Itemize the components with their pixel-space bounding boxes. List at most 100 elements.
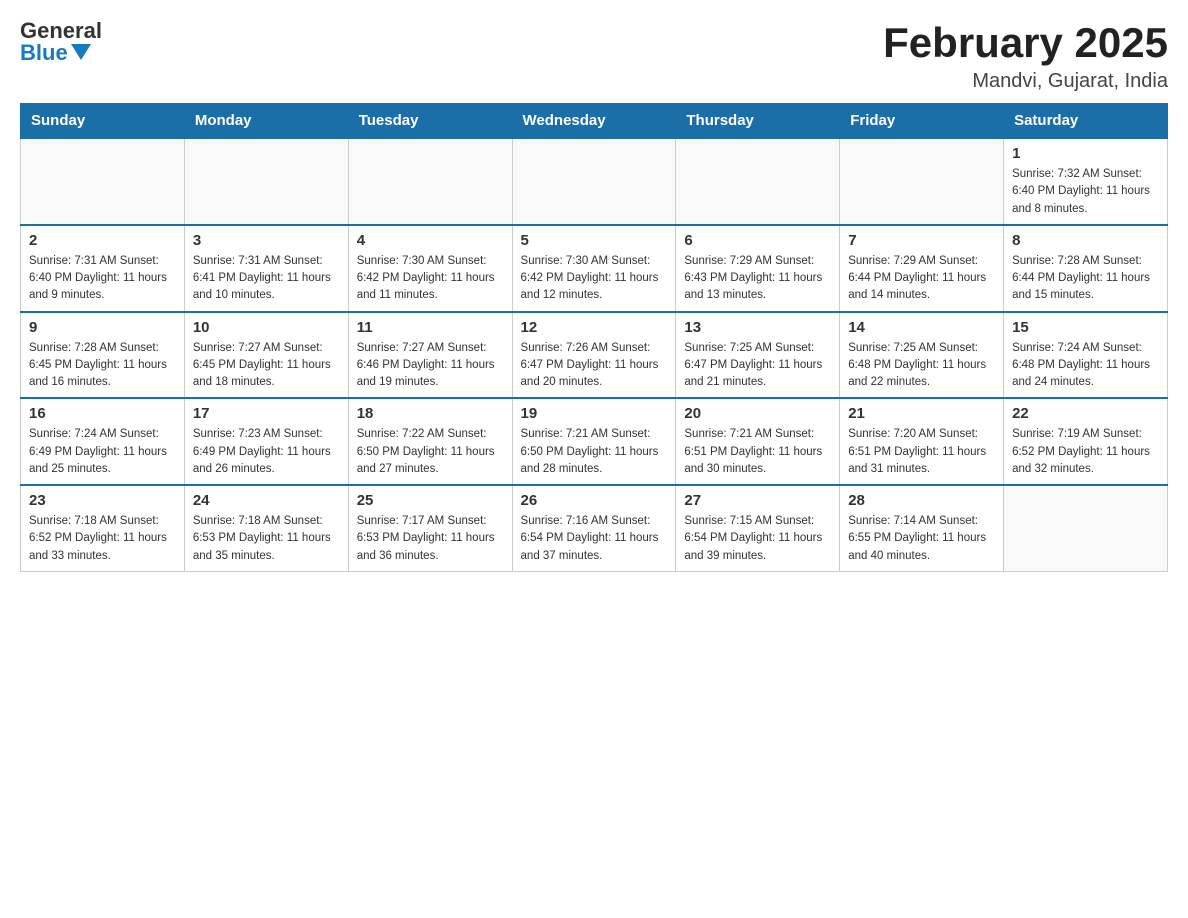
calendar-cell — [840, 138, 1004, 225]
day-number: 18 — [357, 405, 504, 422]
calendar-cell: 23 Sunrise: 7:18 AM Sunset: 6:52 PM Dayli… — [21, 485, 185, 571]
calendar-cell: 25 Sunrise: 7:17 AM Sunset: 6:53 PM Dayli… — [348, 485, 512, 571]
day-info: Sunrise: 7:27 AM Sunset: 6:46 PM Dayligh… — [357, 340, 504, 392]
day-number: 5 — [521, 232, 668, 249]
calendar-cell — [676, 138, 840, 225]
calendar-cell: 7 Sunrise: 7:29 AM Sunset: 6:44 PM Daylig… — [840, 225, 1004, 312]
calendar-cell: 1 Sunrise: 7:32 AM Sunset: 6:40 PM Daylig… — [1004, 138, 1168, 225]
calendar-cell: 10 Sunrise: 7:27 AM Sunset: 6:45 PM Dayli… — [184, 312, 348, 399]
day-number: 26 — [521, 492, 668, 509]
day-number: 6 — [684, 232, 831, 249]
day-info: Sunrise: 7:19 AM Sunset: 6:52 PM Dayligh… — [1012, 426, 1159, 478]
calendar-cell: 21Sunrise: 7:20 AM Sunset: 6:51 PM Dayli… — [840, 398, 1004, 485]
day-number: 19 — [521, 405, 668, 422]
day-number: 1 — [1012, 145, 1159, 162]
day-number: 2 — [29, 232, 176, 249]
day-number: 9 — [29, 319, 176, 336]
calendar-cell — [348, 138, 512, 225]
calendar-cell — [184, 138, 348, 225]
calendar-cell: 17 Sunrise: 7:23 AM Sunset: 6:49 PM Dayli… — [184, 398, 348, 485]
day-number: 16 — [29, 405, 176, 422]
location-title: Mandvi, Gujarat, India — [883, 70, 1168, 93]
day-number: 28 — [848, 492, 995, 509]
day-info: Sunrise: 7:29 AM Sunset: 6:44 PM Dayligh… — [848, 253, 995, 305]
weekday-header-thursday: Thursday — [676, 104, 840, 139]
day-info: Sunrise: 7:28 AM Sunset: 6:45 PM Dayligh… — [29, 340, 176, 392]
calendar-cell: 18 Sunrise: 7:22 AM Sunset: 6:50 PM Dayli… — [348, 398, 512, 485]
calendar-week-row: 9 Sunrise: 7:28 AM Sunset: 6:45 PM Daylig… — [21, 312, 1168, 399]
day-info: Sunrise: 7:27 AM Sunset: 6:45 PM Dayligh… — [193, 340, 340, 392]
day-number: 20 — [684, 405, 831, 422]
calendar-cell: 26 Sunrise: 7:16 AM Sunset: 6:54 PM Dayli… — [512, 485, 676, 571]
day-number: 10 — [193, 319, 340, 336]
day-number: 27 — [684, 492, 831, 509]
calendar-cell — [1004, 485, 1168, 571]
calendar-cell: 9 Sunrise: 7:28 AM Sunset: 6:45 PM Daylig… — [21, 312, 185, 399]
day-info: Sunrise: 7:18 AM Sunset: 6:53 PM Dayligh… — [193, 513, 340, 565]
day-info: Sunrise: 7:32 AM Sunset: 6:40 PM Dayligh… — [1012, 166, 1159, 218]
calendar-cell: 13 Sunrise: 7:25 AM Sunset: 6:47 PM Dayli… — [676, 312, 840, 399]
calendar-cell: 12 Sunrise: 7:26 AM Sunset: 6:47 PM Dayli… — [512, 312, 676, 399]
calendar-cell: 19 Sunrise: 7:21 AM Sunset: 6:50 PM Dayli… — [512, 398, 676, 485]
weekday-header-monday: Monday — [184, 104, 348, 139]
day-number: 15 — [1012, 319, 1159, 336]
calendar-cell: 3Sunrise: 7:31 AM Sunset: 6:41 PM Daylig… — [184, 225, 348, 312]
day-number: 12 — [521, 319, 668, 336]
calendar-week-row: 1 Sunrise: 7:32 AM Sunset: 6:40 PM Daylig… — [21, 138, 1168, 225]
weekday-header-friday: Friday — [840, 104, 1004, 139]
day-info: Sunrise: 7:31 AM Sunset: 6:40 PM Dayligh… — [29, 253, 176, 305]
day-info: Sunrise: 7:29 AM Sunset: 6:43 PM Dayligh… — [684, 253, 831, 305]
logo: General Blue — [20, 20, 102, 64]
calendar-cell: 4Sunrise: 7:30 AM Sunset: 6:42 PM Daylig… — [348, 225, 512, 312]
day-info: Sunrise: 7:21 AM Sunset: 6:50 PM Dayligh… — [521, 426, 668, 478]
day-number: 7 — [848, 232, 995, 249]
day-info: Sunrise: 7:18 AM Sunset: 6:52 PM Dayligh… — [29, 513, 176, 565]
calendar-week-row: 2 Sunrise: 7:31 AM Sunset: 6:40 PM Daylig… — [21, 225, 1168, 312]
weekday-header-wednesday: Wednesday — [512, 104, 676, 139]
calendar-body: 1 Sunrise: 7:32 AM Sunset: 6:40 PM Daylig… — [21, 138, 1168, 571]
weekday-header-row: SundayMondayTuesdayWednesdayThursdayFrid… — [21, 104, 1168, 139]
day-info: Sunrise: 7:22 AM Sunset: 6:50 PM Dayligh… — [357, 426, 504, 478]
logo-blue-text: Blue — [20, 42, 91, 64]
calendar-cell: 28 Sunrise: 7:14 AM Sunset: 6:55 PM Dayli… — [840, 485, 1004, 571]
calendar-cell: 24 Sunrise: 7:18 AM Sunset: 6:53 PM Dayli… — [184, 485, 348, 571]
day-info: Sunrise: 7:14 AM Sunset: 6:55 PM Dayligh… — [848, 513, 995, 565]
day-info: Sunrise: 7:30 AM Sunset: 6:42 PM Dayligh… — [521, 253, 668, 305]
day-number: 8 — [1012, 232, 1159, 249]
calendar-cell: 15 Sunrise: 7:24 AM Sunset: 6:48 PM Dayli… — [1004, 312, 1168, 399]
day-number: 4 — [357, 232, 504, 249]
day-number: 21 — [848, 405, 995, 422]
day-info: Sunrise: 7:28 AM Sunset: 6:44 PM Dayligh… — [1012, 253, 1159, 305]
day-info: Sunrise: 7:17 AM Sunset: 6:53 PM Dayligh… — [357, 513, 504, 565]
day-number: 23 — [29, 492, 176, 509]
day-info: Sunrise: 7:23 AM Sunset: 6:49 PM Dayligh… — [193, 426, 340, 478]
day-info: Sunrise: 7:21 AM Sunset: 6:51 PM Dayligh… — [684, 426, 831, 478]
day-info: Sunrise: 7:16 AM Sunset: 6:54 PM Dayligh… — [521, 513, 668, 565]
day-number: 11 — [357, 319, 504, 336]
day-number: 13 — [684, 319, 831, 336]
day-info: Sunrise: 7:25 AM Sunset: 6:48 PM Dayligh… — [848, 340, 995, 392]
calendar-cell: 5 Sunrise: 7:30 AM Sunset: 6:42 PM Daylig… — [512, 225, 676, 312]
calendar-cell: 27 Sunrise: 7:15 AM Sunset: 6:54 PM Dayli… — [676, 485, 840, 571]
day-number: 24 — [193, 492, 340, 509]
logo-triangle-icon — [71, 44, 91, 60]
logo-general-text: General — [20, 20, 102, 42]
calendar-table: SundayMondayTuesdayWednesdayThursdayFrid… — [20, 103, 1168, 572]
calendar-cell: 14 Sunrise: 7:25 AM Sunset: 6:48 PM Dayli… — [840, 312, 1004, 399]
calendar-week-row: 23 Sunrise: 7:18 AM Sunset: 6:52 PM Dayli… — [21, 485, 1168, 571]
day-number: 22 — [1012, 405, 1159, 422]
calendar-header: SundayMondayTuesdayWednesdayThursdayFrid… — [21, 104, 1168, 139]
day-number: 17 — [193, 405, 340, 422]
day-info: Sunrise: 7:24 AM Sunset: 6:48 PM Dayligh… — [1012, 340, 1159, 392]
day-info: Sunrise: 7:15 AM Sunset: 6:54 PM Dayligh… — [684, 513, 831, 565]
calendar-week-row: 16 Sunrise: 7:24 AM Sunset: 6:49 PM Dayli… — [21, 398, 1168, 485]
day-info: Sunrise: 7:26 AM Sunset: 6:47 PM Dayligh… — [521, 340, 668, 392]
day-info: Sunrise: 7:25 AM Sunset: 6:47 PM Dayligh… — [684, 340, 831, 392]
day-number: 14 — [848, 319, 995, 336]
day-info: Sunrise: 7:24 AM Sunset: 6:49 PM Dayligh… — [29, 426, 176, 478]
weekday-header-saturday: Saturday — [1004, 104, 1168, 139]
calendar-cell — [21, 138, 185, 225]
month-title: February 2025 — [883, 20, 1168, 66]
day-number: 25 — [357, 492, 504, 509]
page-header: General Blue February 2025 Mandvi, Gujar… — [20, 20, 1168, 93]
